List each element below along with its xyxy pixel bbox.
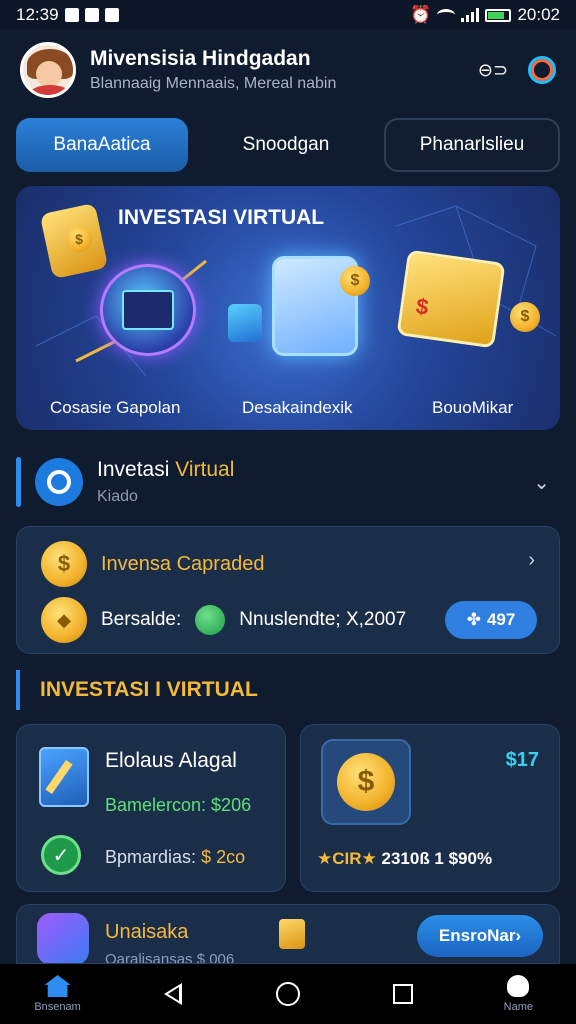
deposit-value: $ 2co <box>201 847 246 867</box>
asset-balance: Bamelercon: $206 <box>105 795 252 815</box>
banner-caption-1: Cosasie Gapolan <box>50 398 181 417</box>
coin-key-tile: $ <box>321 739 411 825</box>
stat-prefix: ★CIR★ <box>317 849 377 868</box>
banner-title: INVESTASI VIRTUAL <box>118 206 325 229</box>
app-icon <box>37 913 89 963</box>
header-subtitle: Blannaaig Mennaais, Mereal nabin <box>90 75 337 92</box>
link-icon[interactable]: ⊖⊃ <box>478 57 508 83</box>
banner-caption-3: BouoMikar <box>432 398 514 417</box>
nav-back[interactable] <box>133 983 213 1005</box>
wifi-icon <box>437 9 456 21</box>
stat-line: ★CIR★ 2310ß 1 $90% <box>317 849 492 869</box>
header-title: Mivensisia Hindgadan <box>90 47 311 70</box>
home-icon <box>44 975 71 997</box>
section-title-highlight: Virtual <box>175 458 235 481</box>
nav-profile[interactable]: Name <box>478 975 558 1013</box>
section-text: Invetasi Virtual Kiado <box>97 458 234 506</box>
investment-card[interactable]: $ Invensa Capraded › ◆ Bersalde: Nnuslen… <box>16 526 560 654</box>
nav-home-label: Bnsenam <box>34 1001 81 1013</box>
notification-icon <box>64 8 79 22</box>
app-header: Mivensisia Hindgadan Blannaaig Mennaais,… <box>0 30 576 803</box>
gold-bar-icon: ◆ <box>41 597 87 643</box>
gold-cube-icon <box>279 919 305 949</box>
recents-icon <box>393 984 414 1004</box>
promo-title: Unaisaka <box>105 921 189 943</box>
stat-value: 2310ß 1 $90% <box>381 849 493 868</box>
nav-home-button[interactable] <box>248 982 328 1006</box>
asset-card-left[interactable]: Elolaus Alagal Bamelercon: $206 ✓ Bpmard… <box>16 724 286 892</box>
chevron-right-icon[interactable]: › <box>528 549 545 572</box>
profile-icon <box>507 975 530 997</box>
tab-phanarlslieu[interactable]: Phanarlslieu <box>384 118 560 172</box>
back-icon <box>163 983 182 1005</box>
price-tag: $17 <box>505 749 539 771</box>
section-heading: INVESTASI I VIRTUAL <box>16 668 560 712</box>
app-notification-icon <box>104 8 119 22</box>
status-time: 12:39 <box>16 5 59 24</box>
check-icon: ✓ <box>41 835 81 875</box>
tab-bar: BanaAatica Snoodgan Phanarlslieu <box>16 118 560 172</box>
dollar-coin-icon: $ <box>337 753 395 811</box>
balance-row: ◆ Bersalde: Nnuslendte; X,2007 <box>41 597 406 643</box>
dollar-coin-icon: $ <box>41 541 87 587</box>
status-bar: 12:39 ⏰ 20:02 <box>0 0 576 30</box>
avatar[interactable] <box>20 42 76 98</box>
bottom-nav: Bnsenam Name <box>0 964 576 1024</box>
gold-sign-illustration <box>396 249 506 349</box>
signal-icon <box>461 8 480 22</box>
alarm-icon: ⏰ <box>410 5 432 24</box>
promo-subtitle: Oaralisansas $ 006 <box>105 951 235 964</box>
cta-button[interactable]: EnsroNar› <box>417 915 543 957</box>
coin-icon: $ <box>66 226 92 252</box>
avatar-face <box>36 61 62 87</box>
status-left: 12:39 <box>16 5 119 25</box>
avatar-shirt <box>29 85 71 95</box>
asset-card-right[interactable]: $ $17 ★CIR★ 2310ß 1 $90% <box>300 724 560 892</box>
settings-ring-icon[interactable] <box>528 56 556 84</box>
section-title: Invetasi Virtual <box>97 458 234 482</box>
tab-snoodgan[interactable]: Snoodgan <box>200 118 372 172</box>
battery-icon <box>485 8 512 22</box>
status-right: ⏰ 20:02 <box>410 5 560 25</box>
nav-home[interactable]: Bnsenam <box>18 975 98 1013</box>
status-clock: 20:02 <box>517 5 560 24</box>
asset-deposit: Bpmardias: $ 2co <box>105 847 245 868</box>
small-cube-illustration <box>228 304 262 342</box>
nav-profile-label: Name <box>503 1001 534 1013</box>
header-text: Mivensisia Hindgadan Blannaaig Mennaais,… <box>90 47 422 93</box>
promo-banner[interactable]: $ INVESTASI VIRTUAL $ $ $ Cosasie Gapola… <box>16 186 560 430</box>
image-icon <box>84 8 99 22</box>
pill-value: 497 <box>486 610 516 629</box>
section-header[interactable]: Invetasi Virtual Kiado ⌄ <box>16 452 560 512</box>
nav-recents[interactable] <box>363 984 443 1004</box>
value-pill-button[interactable]: ✤ 497 <box>445 601 537 639</box>
holo-screen-illustration <box>122 290 174 330</box>
coin-icon: $ <box>340 266 370 296</box>
home-circle-icon <box>275 982 300 1006</box>
header-actions: ⊖⊃ <box>436 56 556 803</box>
balance-value: Nnuslendte; X,2007 <box>239 609 407 630</box>
chat-bubble-icon <box>35 458 83 506</box>
section-subtitle: Kiado <box>97 488 138 505</box>
tab-banaaatica[interactable]: BanaAatica <box>16 118 188 172</box>
deposit-label: Bpmardias: <box>105 847 197 867</box>
asset-title: Elolaus Alagal <box>105 749 237 772</box>
leaf-icon: ✤ <box>466 610 481 629</box>
chevron-down-icon[interactable]: ⌄ <box>533 470 560 495</box>
globe-icon <box>195 605 226 635</box>
bottom-promo-card[interactable]: Unaisaka Oaralisansas $ 006 EnsroNar› <box>16 904 560 964</box>
banner-caption-2: Desakaindexik <box>242 398 353 417</box>
section-title-prefix: Invetasi <box>97 458 170 481</box>
investment-row: $ Invensa Capraded <box>41 541 264 587</box>
investment-label: Invensa Capraded <box>101 552 265 575</box>
heading-text: INVESTASI I VIRTUAL <box>40 678 258 701</box>
balance-label: Bersalde: <box>101 609 182 630</box>
pen-document-icon <box>39 747 89 807</box>
coin-icon: $ <box>510 302 540 332</box>
accent-bar <box>16 457 21 507</box>
heading-accent-bar <box>16 670 20 710</box>
